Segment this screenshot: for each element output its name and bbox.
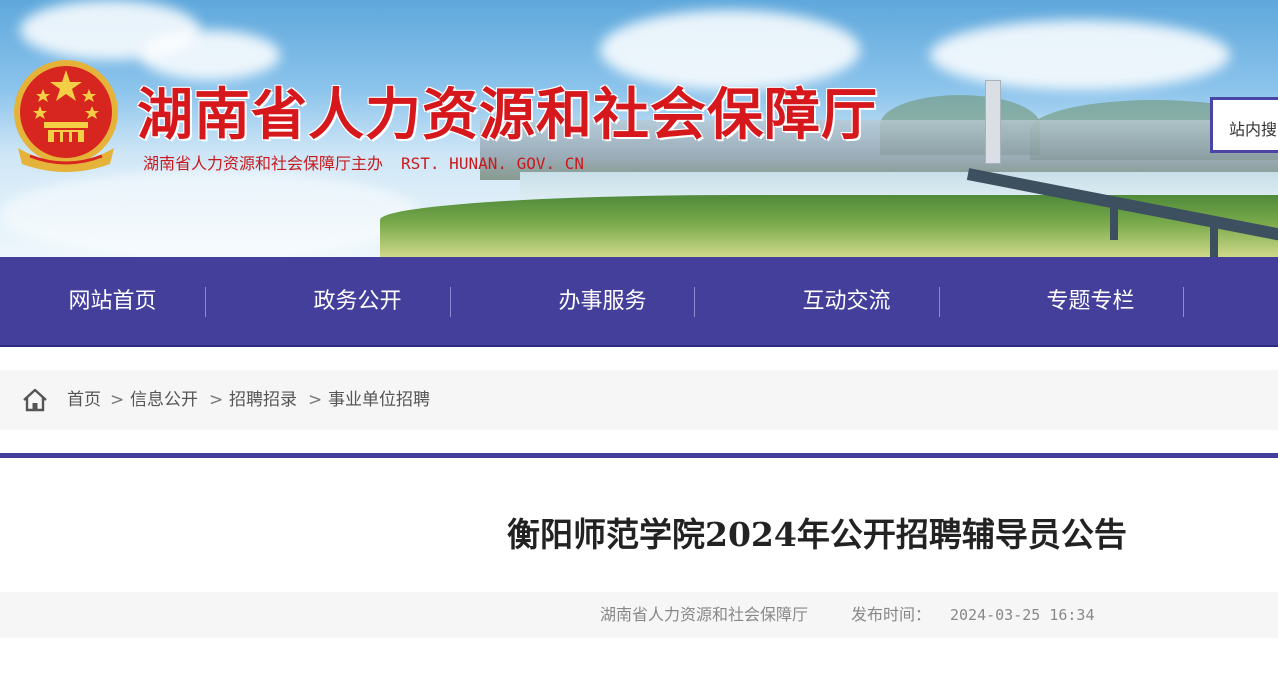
- nav-separator: [1183, 287, 1184, 317]
- breadcrumb: 首页 > 信息公开 > 招聘招录 > 事业单位招聘: [0, 370, 1278, 430]
- banner-tower: [985, 80, 1001, 164]
- national-emblem-icon: [14, 60, 118, 172]
- site-subtitle: 湖南省人力资源和社会保障厅主办 RST. HUNAN. GOV. CN: [143, 150, 584, 174]
- publish-date: 2024-03-25 16:34: [950, 606, 1095, 624]
- banner-cloud: [0, 170, 420, 257]
- nav-item-interaction[interactable]: 互动交流: [724, 287, 969, 317]
- nav-separator: [205, 287, 206, 317]
- main-nav: 网站首页 政务公开 办事服务 互动交流 专题专栏: [0, 257, 1278, 347]
- content-divider: [0, 453, 1278, 458]
- article-source: 湖南省人力资源和社会保障厅: [600, 605, 809, 624]
- site-domain: RST. HUNAN. GOV. CN: [401, 154, 585, 173]
- breadcrumb-separator: >: [308, 390, 323, 410]
- breadcrumb-item-recruitment[interactable]: 招聘招录: [229, 388, 297, 412]
- breadcrumb-item-info-disclosure[interactable]: 信息公开: [130, 388, 198, 412]
- nav-separator: [450, 287, 451, 317]
- article-title: 衡阳师范学院2024年公开招聘辅导员公告: [507, 515, 1127, 554]
- nav-item-topics[interactable]: 专题专栏: [968, 287, 1213, 317]
- article-meta: 湖南省人力资源和社会保障厅 发布时间： 2024-03-25 16:34: [0, 592, 1278, 638]
- site-banner: 湖南省人力资源和社会保障厅 湖南省人力资源和社会保障厅主办 RST. HUNAN.…: [0, 0, 1278, 257]
- site-title: 湖南省人力资源和社会保障厅: [137, 83, 878, 148]
- publish-date-label: 发布时间：: [851, 605, 932, 624]
- nav-separator: [939, 287, 940, 317]
- site-search-input[interactable]: 站内搜: [1210, 97, 1278, 153]
- home-icon[interactable]: [22, 387, 48, 413]
- banner-bridge-pier: [1110, 200, 1118, 240]
- breadcrumb-separator: >: [209, 390, 224, 410]
- banner-cloud: [930, 20, 1230, 90]
- breadcrumb-separator: >: [110, 390, 125, 410]
- breadcrumb-item-home[interactable]: 首页: [67, 388, 101, 412]
- nav-separator: [694, 287, 695, 317]
- nav-item-home[interactable]: 网站首页: [0, 287, 235, 317]
- breadcrumb-item-institution-recruitment[interactable]: 事业单位招聘: [328, 388, 430, 412]
- nav-item-gov-affairs[interactable]: 政务公开: [235, 287, 480, 317]
- banner-bridge-pier: [1210, 218, 1218, 257]
- nav-item-services[interactable]: 办事服务: [480, 287, 725, 317]
- site-subtitle-text: 湖南省人力资源和社会保障厅主办: [143, 154, 384, 173]
